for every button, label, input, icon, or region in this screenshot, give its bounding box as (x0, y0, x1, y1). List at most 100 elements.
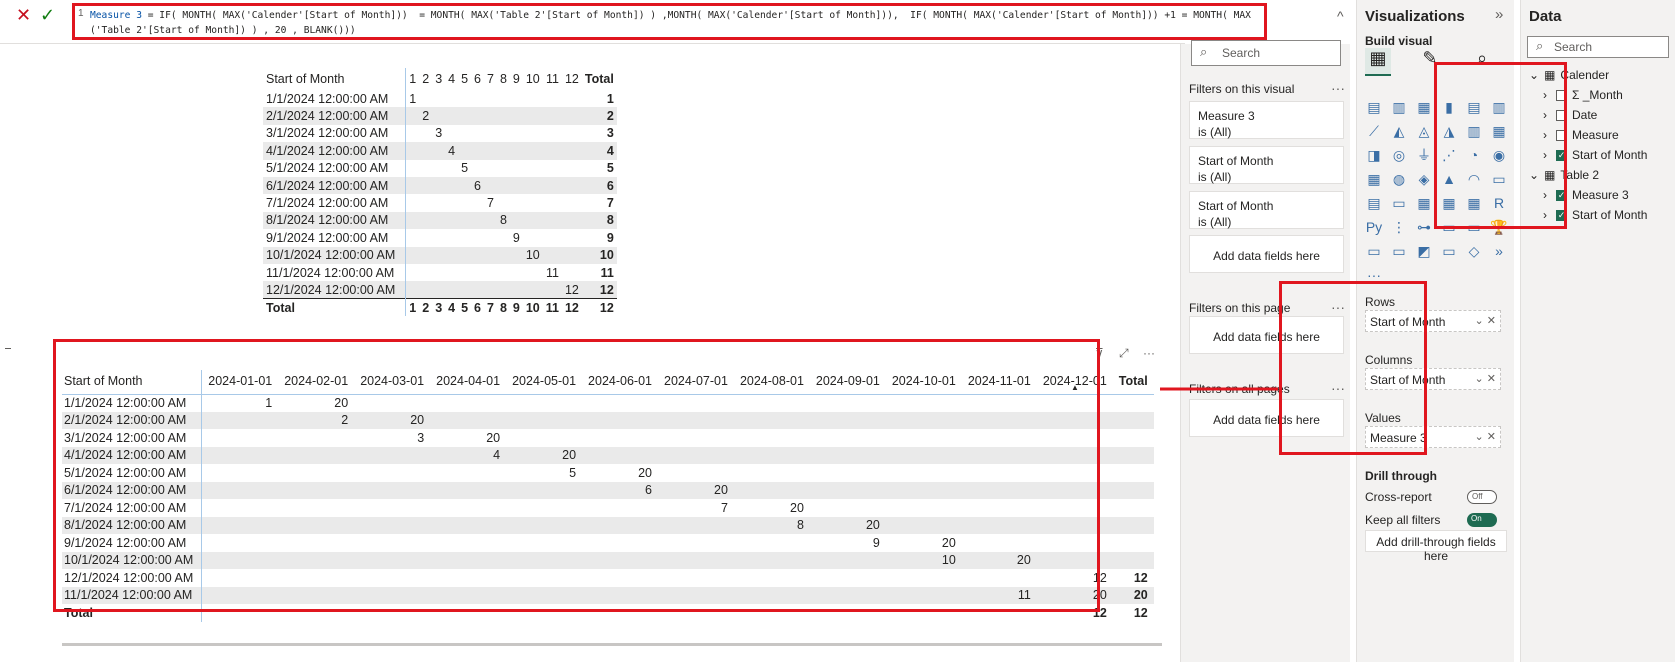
row-label[interactable]: 4/1/2024 12:00:00 AM (62, 446, 203, 464)
visual-type-icon[interactable]: R (1488, 192, 1510, 214)
column-header[interactable]: 9 (510, 68, 523, 90)
column-header[interactable]: 2024-07-01 (658, 370, 734, 395)
column-header[interactable]: 3 (432, 68, 445, 90)
field-checkbox[interactable]: ✓ (1556, 209, 1567, 221)
visual-type-icon[interactable]: ▭ (1463, 216, 1485, 238)
filter-icon[interactable]: ⊽ (1095, 346, 1104, 360)
values-field-well[interactable]: Measure 3 ⌄ ✕ (1365, 426, 1501, 448)
row-label[interactable]: 8/1/2024 12:00:00 AM (62, 516, 203, 534)
row-label[interactable]: 9/1/2024 12:00:00 AM (62, 534, 203, 552)
focus-mode-icon[interactable]: ⤢ (1119, 346, 1129, 361)
visual-type-icon[interactable]: ▦ (1413, 192, 1435, 214)
row-label[interactable]: 3/1/2024 12:00:00 AM (263, 124, 407, 143)
row-label[interactable]: 1/1/2024 12:00:00 AM (263, 90, 407, 108)
column-header[interactable]: 1 (406, 68, 419, 90)
filter-card-measure-3[interactable]: Measure 3 is (All) (1189, 101, 1344, 139)
table-node[interactable]: ⌄ ▦ Table 2 (1529, 168, 1599, 182)
column-header[interactable]: 2024-03-01 (354, 370, 431, 395)
field-node[interactable]: › ✓ Measure 3 (1543, 188, 1629, 202)
visual-type-icon[interactable]: ▭ (1438, 216, 1460, 238)
collapse-formula-icon[interactable]: ^ (1337, 8, 1344, 24)
visual-type-icon[interactable]: ◩ (1413, 240, 1435, 262)
row-label[interactable]: 12/1/2024 12:00:00 AM (263, 281, 407, 299)
visual-type-icon[interactable]: ▭ (1438, 240, 1460, 262)
field-checkbox[interactable]: ✓ (1556, 189, 1567, 201)
row-label[interactable]: 2/1/2024 12:00:00 AM (263, 107, 407, 125)
visual-type-icon[interactable]: ▥ (1488, 96, 1510, 118)
column-header[interactable]: 6 (471, 68, 484, 90)
filters-search-input[interactable]: ⌕ Search (1191, 40, 1341, 66)
row-label[interactable]: 10/1/2024 12:00:00 AM (62, 551, 203, 569)
chevron-down-icon[interactable]: ⌄ (1529, 168, 1539, 182)
row-label[interactable]: 6/1/2024 12:00:00 AM (263, 176, 407, 195)
keep-all-filters-toggle[interactable]: On (1467, 513, 1497, 527)
visual-type-icon[interactable]: ⊶ (1413, 216, 1435, 238)
visual-type-icon[interactable]: ◬ (1413, 120, 1435, 142)
visual-type-icon[interactable]: 🏆 (1488, 216, 1510, 238)
add-page-filter-field[interactable]: Add data fields here (1189, 316, 1344, 354)
column-header[interactable]: Total (1112, 370, 1154, 395)
visual-type-icon[interactable]: ◔ (1463, 144, 1485, 166)
field-node[interactable]: › Date (1543, 108, 1597, 122)
chevron-right-icon[interactable]: › (1543, 148, 1551, 162)
visual-type-icon[interactable]: ▮ (1438, 96, 1460, 118)
add-drill-through-field[interactable]: Add drill-through fields here (1365, 530, 1507, 563)
add-visual-filter-field[interactable]: Add data fields here (1189, 235, 1344, 273)
matrix-visual-bottom[interactable]: Start of Month 2024-01-01 2024-02-01 2024-0… (62, 370, 1154, 622)
visual-type-icon[interactable]: ◭ (1388, 120, 1410, 142)
row-label[interactable]: 6/1/2024 12:00:00 AM (62, 481, 203, 499)
field-node[interactable]: › Σ _Month (1543, 88, 1623, 102)
column-header[interactable]: Total (582, 68, 617, 90)
field-node[interactable]: › ✓ Start of Month (1543, 208, 1647, 222)
visual-type-icon[interactable]: ▥ (1388, 96, 1410, 118)
visual-type-icon[interactable]: ⋰ (1438, 144, 1460, 166)
column-header[interactable]: 2024-04-01 (430, 370, 507, 395)
chevron-right-icon[interactable]: › (1543, 88, 1551, 102)
visual-type-icon[interactable]: ◨ (1363, 144, 1385, 166)
columns-field-well[interactable]: Start of Month ⌄ ✕ (1365, 368, 1501, 390)
field-checkbox[interactable] (1556, 129, 1567, 141)
cross-report-toggle[interactable]: Off (1467, 490, 1497, 504)
more-options-icon[interactable]: ··· (1143, 346, 1155, 360)
cancel-icon[interactable]: ✕ (16, 6, 31, 24)
column-header[interactable]: 8 (497, 68, 510, 90)
sort-ascending-icon[interactable]: ▲ (1071, 383, 1079, 392)
visual-type-icon[interactable]: Py (1363, 216, 1385, 238)
visual-type-icon[interactable]: ▭ (1388, 240, 1410, 262)
row-label[interactable]: 11/1/2024 12:00:00 AM (263, 263, 407, 282)
visual-type-icon[interactable]: ▦ (1463, 192, 1485, 214)
commit-icon[interactable]: ✓ (40, 6, 55, 24)
column-header[interactable]: 11 (543, 68, 562, 90)
column-header[interactable]: 10 (523, 68, 543, 90)
column-header[interactable]: 2024-11-01 (961, 370, 1037, 395)
horizontal-scrollbar[interactable] (62, 643, 1162, 646)
expand-pane-icon[interactable]: » (1495, 6, 1503, 23)
visual-type-icon[interactable]: ▦ (1488, 120, 1510, 142)
row-label[interactable]: 10/1/2024 12:00:00 AM (263, 246, 407, 264)
row-label[interactable]: 9/1/2024 12:00:00 AM (263, 229, 407, 247)
more-options-icon[interactable]: ··· (1331, 380, 1345, 396)
visual-type-icon[interactable]: ▭ (1388, 192, 1410, 214)
chevron-right-icon[interactable]: › (1543, 208, 1551, 222)
chevron-right-icon[interactable]: › (1543, 188, 1551, 202)
visual-type-icon[interactable]: ▭ (1363, 240, 1385, 262)
field-node[interactable]: › ✓ Start of Month (1543, 148, 1647, 162)
row-label[interactable]: 2/1/2024 12:00:00 AM (62, 411, 203, 429)
visual-type-icon[interactable]: ▦ (1413, 96, 1435, 118)
chevron-right-icon[interactable]: › (1543, 128, 1551, 142)
column-header[interactable]: 2024-09-01 (809, 370, 886, 395)
column-header[interactable]: 2024-05-01 (506, 370, 583, 395)
filter-card-start-of-month-2[interactable]: Start of Month is (All) (1189, 191, 1344, 229)
column-header[interactable]: 4 (445, 68, 458, 90)
column-header[interactable]: 2024-06-01 (582, 370, 658, 395)
row-label[interactable]: 1/1/2024 12:00:00 AM (62, 394, 203, 412)
visual-type-icon[interactable]: ▦ (1363, 168, 1385, 190)
build-visual-tab-icon[interactable]: ▦ (1365, 48, 1391, 76)
visual-type-icon[interactable]: ◍ (1388, 168, 1410, 190)
visual-type-icon[interactable]: ◠ (1463, 168, 1485, 190)
visual-type-icon[interactable]: ▤ (1363, 192, 1385, 214)
visual-type-icon[interactable]: ▲ (1438, 168, 1460, 190)
row-label[interactable]: 7/1/2024 12:00:00 AM (62, 499, 203, 517)
visual-type-icon[interactable]: ▭ (1488, 168, 1510, 190)
visual-type-icon[interactable]: ◇ (1463, 240, 1485, 262)
